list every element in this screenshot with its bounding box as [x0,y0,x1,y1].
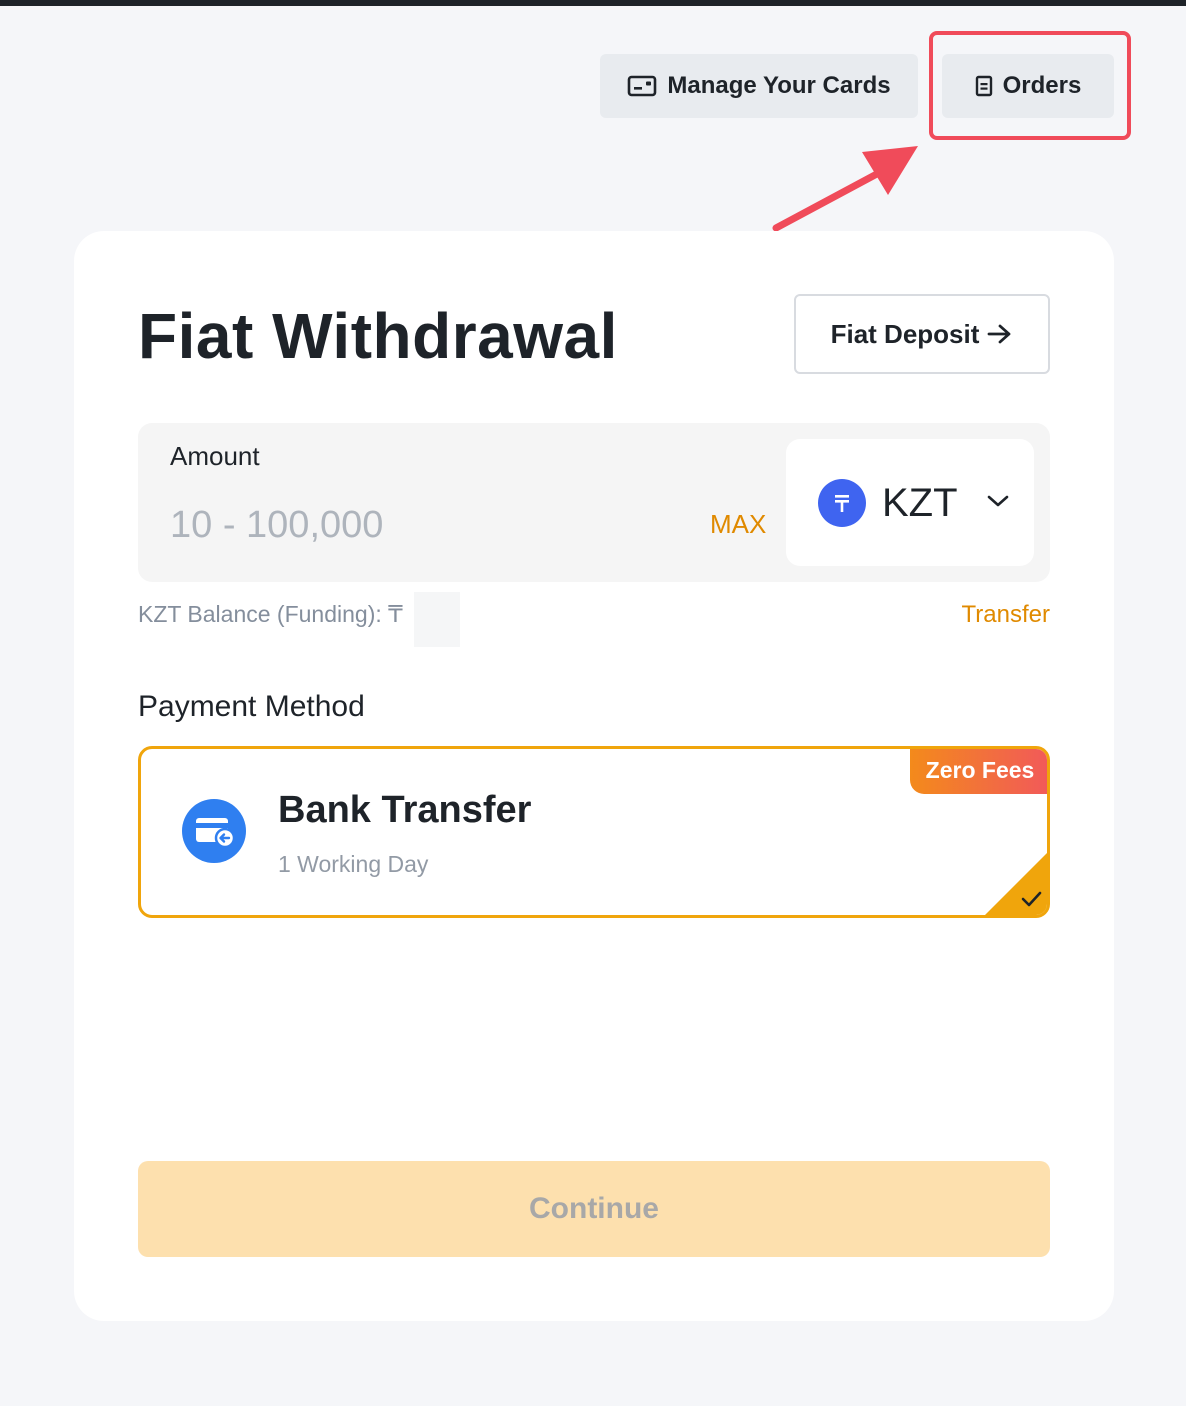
withdrawal-card: Fiat Withdrawal Fiat Deposit Amount MAX … [74,231,1114,1321]
bank-card-icon [182,799,246,863]
currency-code: KZT [882,481,958,525]
annotation-arrow [772,146,918,232]
credit-card-icon [628,75,657,97]
balance-label: KZT Balance (Funding): ₸ [138,601,403,627]
fiat-deposit-button[interactable]: Fiat Deposit [794,294,1050,374]
zero-fees-badge: Zero Fees [910,749,1047,794]
transfer-link[interactable]: Transfer [962,601,1050,629]
payment-method-name: Bank Transfer [278,789,532,831]
fiat-deposit-label: Fiat Deposit [830,318,980,349]
continue-button[interactable]: Continue [138,1161,1050,1257]
amount-label: Amount [170,441,260,471]
amount-input[interactable] [170,495,690,555]
payment-method-option-bank-transfer[interactable]: Bank Transfer 1 Working Day Zero Fees [138,746,1050,918]
max-button[interactable]: MAX [710,509,766,540]
checkmark-icon [1021,891,1042,907]
payment-method-label: Payment Method [138,690,365,723]
manage-cards-button[interactable]: Manage Your Cards [600,54,918,118]
manage-cards-label: Manage Your Cards [667,72,891,99]
chevron-down-icon [987,495,1009,507]
payment-method-duration: 1 Working Day [278,851,429,877]
page-title: Fiat Withdrawal [138,300,618,372]
tenge-coin-icon [818,479,866,527]
orders-highlight-box [929,31,1131,140]
amount-field-container: Amount MAX KZT [138,423,1050,582]
balance-value-redacted [414,592,460,647]
arrow-right-icon [987,324,1011,344]
top-bar [0,0,1186,6]
currency-dropdown[interactable]: KZT [786,439,1034,566]
